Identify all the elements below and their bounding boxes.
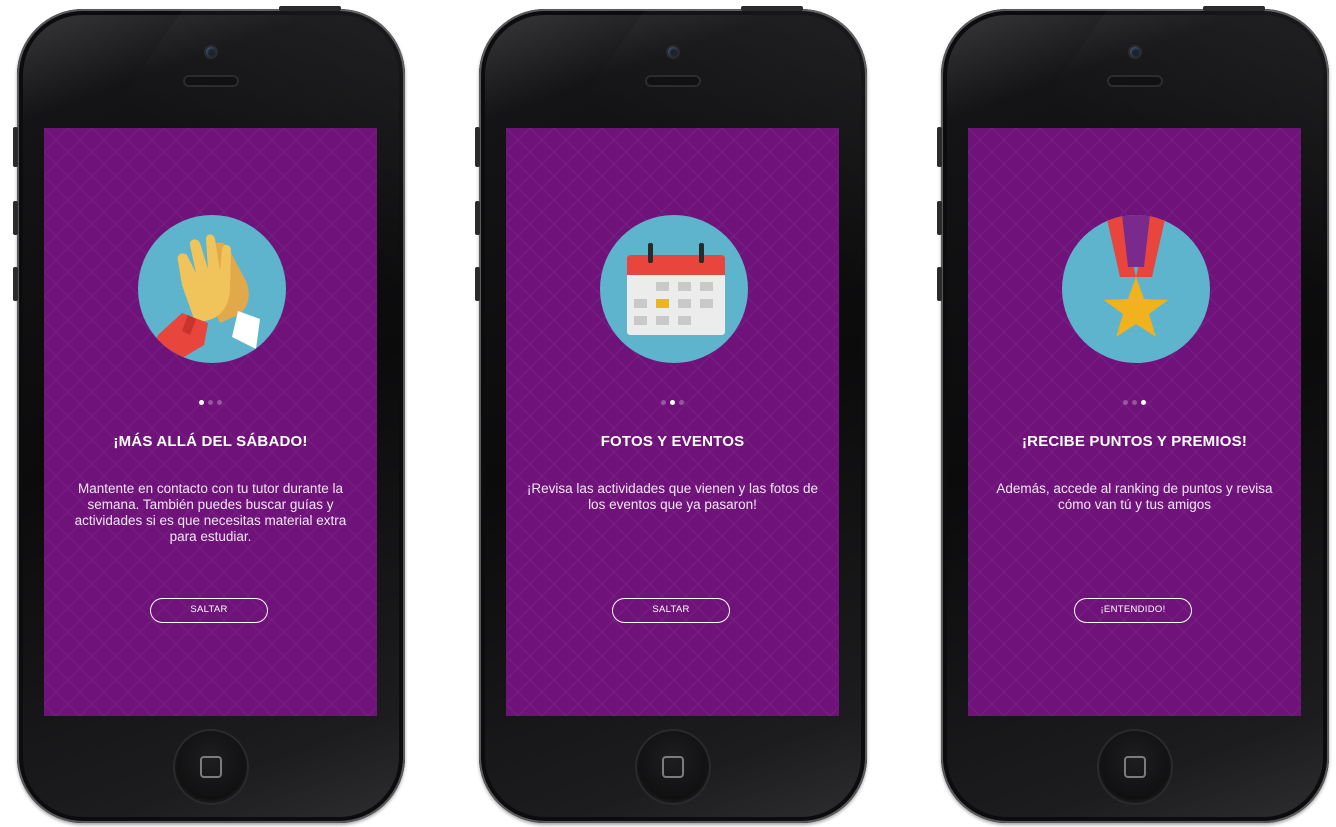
- onboarding-screen-1: ¡MÁS ALLÁ DEL SÁBADO! Mantente en contac…: [44, 128, 377, 716]
- page-dot-1[interactable]: [661, 400, 666, 405]
- page-dot-2[interactable]: [1132, 400, 1137, 405]
- volume-down-button: [475, 267, 480, 301]
- page-dot-2[interactable]: [670, 400, 675, 405]
- volume-up-button: [475, 201, 480, 235]
- mute-switch: [13, 127, 18, 167]
- power-button: [741, 6, 803, 11]
- home-button[interactable]: [637, 731, 709, 803]
- mute-switch: [937, 127, 942, 167]
- phone-mockup-3: ¡RECIBE PUNTOS Y PREMIOS! Además, accede…: [937, 6, 1329, 823]
- calendar-icon: [600, 215, 748, 363]
- onboarding-title: FOTOS Y EVENTOS: [600, 433, 745, 450]
- page-dot-1[interactable]: [199, 400, 204, 405]
- speaker-grille: [185, 77, 237, 85]
- home-square-icon: [1124, 756, 1146, 778]
- volume-down-button: [13, 267, 18, 301]
- speaker-grille: [647, 77, 699, 85]
- home-button[interactable]: [1099, 731, 1171, 803]
- page-indicator: [506, 400, 839, 405]
- high-five-icon: [138, 215, 286, 363]
- power-button: [1203, 6, 1265, 11]
- onboarding-description: Mantente en contacto con tu tutor durant…: [74, 481, 347, 544]
- page-dot-3[interactable]: [1141, 400, 1146, 405]
- camera-icon: [206, 47, 216, 57]
- mute-switch: [475, 127, 480, 167]
- phone-mockup-1: ¡MÁS ALLÁ DEL SÁBADO! Mantente en contac…: [13, 6, 405, 823]
- onboarding-title: ¡MÁS ALLÁ DEL SÁBADO!: [113, 433, 308, 450]
- home-square-icon: [662, 756, 684, 778]
- onboarding-screen-3: ¡RECIBE PUNTOS Y PREMIOS! Además, accede…: [968, 128, 1301, 716]
- volume-down-button: [937, 267, 942, 301]
- page-indicator: [968, 400, 1301, 405]
- page-dot-2[interactable]: [208, 400, 213, 405]
- page-dot-3[interactable]: [217, 400, 222, 405]
- power-button: [279, 6, 341, 11]
- skip-button[interactable]: SALTAR: [150, 598, 268, 623]
- onboarding-title: ¡RECIBE PUNTOS Y PREMIOS!: [1021, 433, 1248, 450]
- onboarding-description: ¡Revisa las actividades que vienen y las…: [526, 481, 819, 512]
- home-square-icon: [200, 756, 222, 778]
- onboarding-screen-2: FOTOS Y EVENTOS ¡Revisa las actividades …: [506, 128, 839, 716]
- medal-star-icon: [1062, 215, 1210, 363]
- page-dot-3[interactable]: [679, 400, 684, 405]
- speaker-grille: [1109, 77, 1161, 85]
- got-it-button[interactable]: ¡ENTENDIDO!: [1074, 598, 1192, 623]
- phone-mockup-2: FOTOS Y EVENTOS ¡Revisa las actividades …: [475, 6, 867, 823]
- camera-icon: [668, 47, 678, 57]
- volume-up-button: [13, 201, 18, 235]
- page-dot-1[interactable]: [1123, 400, 1128, 405]
- page-indicator: [44, 400, 377, 405]
- home-button[interactable]: [175, 731, 247, 803]
- volume-up-button: [937, 201, 942, 235]
- camera-icon: [1130, 47, 1140, 57]
- skip-button[interactable]: SALTAR: [612, 598, 730, 623]
- onboarding-description: Además, accede al ranking de puntos y re…: [996, 481, 1273, 512]
